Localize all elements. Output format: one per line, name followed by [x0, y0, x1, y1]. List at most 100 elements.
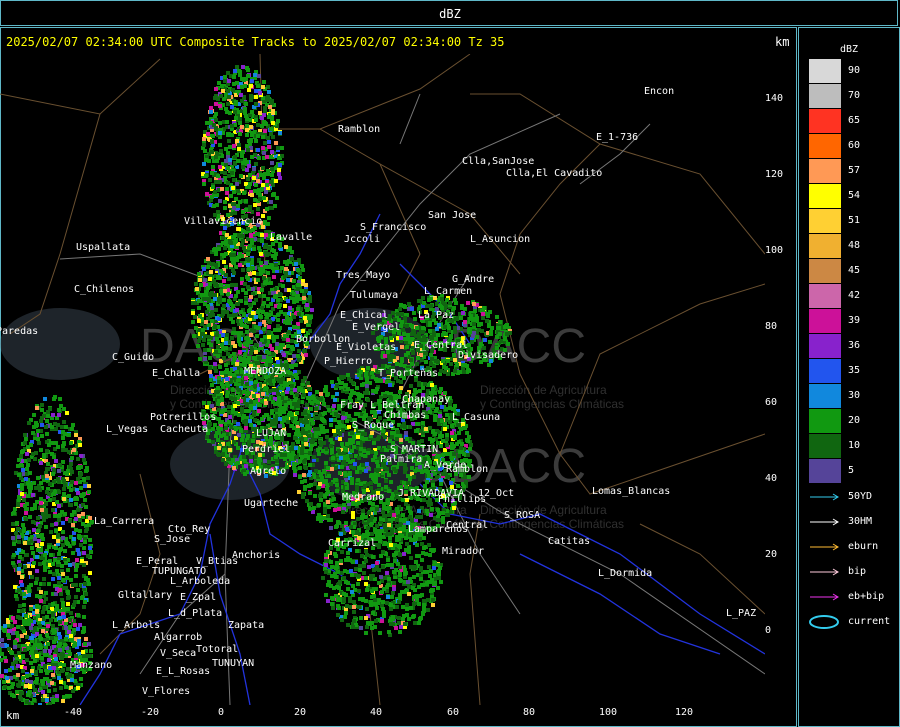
place-label: Clla,El Cavadito: [506, 168, 603, 179]
place-label: Phillips: [438, 494, 487, 505]
legend-swatch-label: 35: [848, 365, 861, 376]
place-label: C_Guido: [112, 352, 155, 363]
legend-swatch: [809, 384, 841, 408]
place-label: Perdriel: [242, 444, 291, 455]
place-label: V_Seca: [160, 648, 197, 659]
track-label: eburn: [848, 541, 879, 552]
place-label: E_Challa: [152, 368, 201, 379]
legend-swatch-label: 90: [848, 65, 861, 76]
place-label: C_Chilenos: [74, 284, 135, 295]
place-label: E_Chical: [340, 310, 389, 321]
place-label: L_PAZ: [726, 608, 757, 619]
legend-swatch-label: 57: [848, 165, 861, 176]
place-label: MENDOZA: [244, 366, 287, 377]
legend-swatch: [809, 284, 841, 308]
legend-swatch-label: 42: [848, 290, 861, 301]
place-label: Villavicencio: [184, 216, 263, 227]
place-label: TUNUYAN: [212, 658, 255, 669]
place-label: E_Vergel: [352, 322, 401, 333]
place-label: L_Asuncion: [470, 234, 531, 245]
place-label: Anchoris: [232, 550, 281, 561]
legend-swatch-label: 39: [848, 315, 861, 326]
place-label: Manzano: [70, 660, 113, 671]
y-tick-label: 0: [765, 625, 772, 636]
place-label: E_L_Rosas: [156, 666, 211, 677]
place-label: Medrano: [342, 492, 385, 503]
legend-swatch: [809, 109, 841, 133]
place-label: La Paz: [418, 310, 455, 321]
place-label: P_Hierro: [324, 356, 373, 367]
svg-text:Dirección de Agricultura: Dirección de Agricultura: [480, 503, 607, 517]
legend-swatch-label: 51: [848, 215, 861, 226]
legend-title: dBZ: [840, 44, 859, 55]
y-tick-label: 80: [765, 321, 778, 332]
place-label: L_Arbols: [112, 620, 161, 631]
place-label: LUJAN: [256, 428, 287, 439]
place-label: Central: [446, 520, 489, 531]
department-border: [469, 513, 481, 705]
y-tick-label: 120: [765, 169, 784, 180]
place-label: S_ROSA: [504, 510, 541, 521]
department-border: [9, 113, 101, 335]
track-label: 50YD: [848, 491, 873, 502]
place-label: L_Casuna: [452, 412, 501, 423]
place-label: La_Carrera: [94, 516, 155, 527]
place-label: Gltallary: [118, 590, 173, 601]
place-label: Encon: [644, 86, 675, 97]
x-tick-label: 120: [675, 707, 694, 718]
legend-swatch-label: 48: [848, 240, 861, 251]
place-label: S_Francisco: [360, 222, 427, 233]
place-label: L_Vegas: [106, 424, 149, 435]
legend-swatch: [809, 184, 841, 208]
place-label: Potrerillos: [150, 412, 217, 423]
legend-swatch: [809, 359, 841, 383]
place-label: L_d_Plata: [168, 608, 223, 619]
place-label: Agrelo: [250, 466, 287, 477]
x-tick-label: 0: [218, 707, 225, 718]
place-label: L_Arboleda: [170, 576, 231, 587]
y-axis-unit: km: [775, 35, 790, 49]
legend-swatch-label: 45: [848, 265, 861, 276]
place-label: V_Flores: [142, 686, 191, 697]
legend-swatch-label: 30: [848, 390, 861, 401]
x-tick-label: 40: [370, 707, 383, 718]
place-label: Tres_Mayo: [336, 270, 391, 281]
place-label: Mirador: [442, 546, 485, 557]
legend-swatch: [809, 159, 841, 183]
legend-swatch: [809, 334, 841, 358]
department-border: [259, 54, 471, 130]
legend-swatch: [809, 59, 841, 83]
place-label: Algarrob: [154, 632, 203, 643]
window-title: dBZ: [439, 7, 461, 21]
legend-swatch-label: 36: [848, 340, 861, 351]
title-bar: dBZ: [0, 0, 898, 26]
place-label: Palmira: [380, 454, 423, 465]
place-label: E_Zpal: [180, 592, 217, 603]
legend-swatch: [809, 459, 841, 483]
x-tick-label: 80: [523, 707, 536, 718]
track-arrow-icon: [810, 543, 839, 551]
legend-swatch-label: 60: [848, 140, 861, 151]
place-label: Lomas_Blancas: [592, 486, 671, 497]
place-label: S_Jose: [154, 534, 191, 545]
place-label: Clla,SanJose: [462, 156, 535, 167]
y-tick-label: 100: [765, 245, 784, 256]
department-border: [0, 58, 161, 115]
road-line: [399, 93, 421, 145]
legend-swatch: [809, 134, 841, 158]
place-label: G_Andre: [452, 274, 495, 285]
place-label: Ugarteche: [244, 498, 299, 509]
place-label: Catitas: [548, 536, 591, 547]
y-tick-label: 60: [765, 397, 778, 408]
place-label: S_Roque: [352, 420, 395, 431]
place-label: Tulumaya: [350, 290, 399, 301]
legend-swatch: [809, 409, 841, 433]
place-label: Lavalle: [270, 232, 313, 243]
place-label: E_1-736: [596, 132, 639, 143]
legend-swatch: [809, 234, 841, 258]
place-label: Ramblon: [446, 464, 489, 475]
radar-echo-cluster: [0, 605, 93, 705]
place-label: Jccoli: [344, 234, 381, 245]
legend-swatch-label: 70: [848, 90, 861, 101]
radar-map[interactable]: DACCDirección de Agriculturay Contingenc…: [0, 54, 765, 705]
